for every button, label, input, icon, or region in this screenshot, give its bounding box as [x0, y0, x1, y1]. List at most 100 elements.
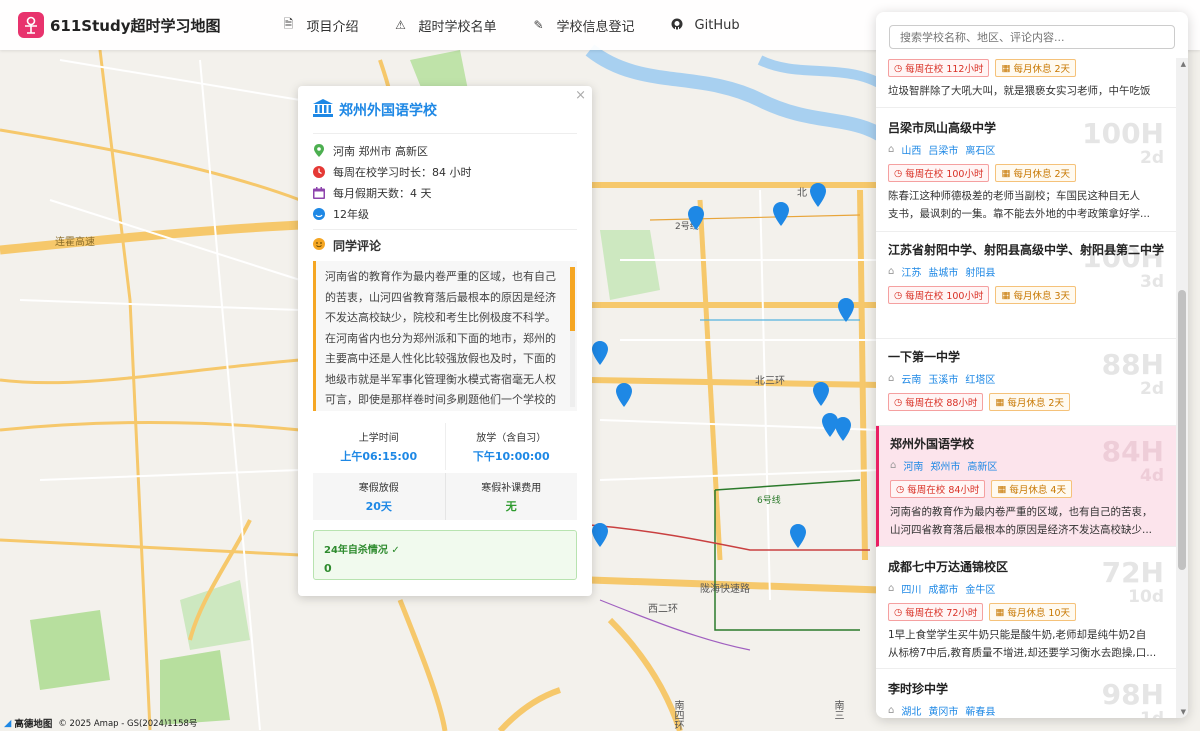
item-city[interactable]: 黄冈市 [928, 703, 958, 718]
school-map-pin[interactable] [592, 341, 608, 365]
school-detail-popup: × 郑州外国语学校 河南 郑州市 高新区 每周在校学习时长：84 小时 每月假期… [298, 86, 592, 596]
item-province[interactable]: 河南 [903, 458, 923, 473]
app-title[interactable]: 611Study超时学习地图 [50, 15, 220, 36]
monthly-rest-tag-text: 每月休息 10天 [1007, 608, 1070, 619]
comment-scrollbar-thumb[interactable] [570, 267, 575, 331]
close-icon[interactable]: × [575, 88, 586, 103]
comments-title: 同学评论 [333, 239, 382, 253]
item-district[interactable]: 离石区 [965, 142, 995, 157]
school-map-pin[interactable] [838, 298, 854, 322]
amap-brand: 高德地图 [14, 719, 53, 730]
monthly-rest-tag: ▦ 每月休息 3天 [995, 286, 1077, 304]
weekly-hours-tag: ◷ 每周在校 100小时 [888, 164, 990, 182]
nav-label: GitHub [694, 17, 740, 33]
item-city[interactable]: 成都市 [928, 581, 958, 596]
map-label-south3: 南三 [832, 700, 843, 720]
list-item[interactable]: 100H 3d 江苏省射阳中学、射阳县高级中学、射阳县第二中学 ⌂ 江苏 盐城市… [876, 232, 1176, 339]
big-days: 10d [1128, 587, 1164, 607]
start-time-value: 上午06:15:00 [340, 450, 418, 463]
school-map-pin[interactable] [592, 523, 608, 547]
big-hours: 72H [1101, 556, 1164, 589]
big-hours: 84H [1101, 435, 1164, 468]
item-city[interactable]: 玉溪市 [928, 371, 958, 386]
winter-grid: 寒假放假 20天 寒假补课费用 无 [313, 473, 577, 520]
home-icon: ⌂ [888, 144, 895, 155]
weekly-hours-tag: ◷ 每周在校 88小时 [888, 393, 984, 411]
scroll-up-icon[interactable]: ▲ [1181, 60, 1186, 68]
nav-label: 学校信息登记 [556, 19, 635, 35]
nav-label: 超时学校名单 [418, 19, 497, 35]
nav-label: 项目介绍 [306, 19, 359, 35]
item-desc-2: 从标榜7中后,教育质量不增进,却还要学习衡水去跑操,口... [888, 647, 1157, 659]
suicide-stat-value: 0 [324, 562, 332, 575]
item-province[interactable]: 山西 [901, 142, 921, 157]
item-city[interactable]: 盐城市 [928, 264, 958, 279]
calendar-icon: ▦ [995, 396, 1005, 408]
comment-box[interactable]: 河南省的教育作为最内卷严重的区域，也有自己的苦衷，山河四省教育落后最根本的原因是… [313, 261, 577, 411]
item-district[interactable]: 蕲春县 [965, 703, 995, 718]
suicide-stat-box: 24年自杀情况 ✓ 0 [313, 530, 577, 580]
monthly-rest-tag-text: 每月休息 2天 [1007, 398, 1064, 409]
search-input[interactable] [889, 25, 1175, 49]
nav-item-github[interactable]: GitHub [671, 18, 740, 33]
item-province[interactable]: 四川 [901, 581, 921, 596]
map-label-expressway: 连霍高速 [55, 237, 95, 248]
list-item[interactable]: 88H 2d 一下第一中学 ⌂ 云南 玉溪市 红塔区 ◷ 每周在校 88小时 ▦ 每… [876, 339, 1176, 426]
end-time-label: 放学（含自习） [476, 433, 547, 444]
nav-item-register[interactable]: ✎ 学校信息登记 [533, 16, 635, 35]
clock-icon: ◷ [894, 396, 903, 408]
tag-row: ◷ 每周在校 88小时 ▦ 每月休息 2天 [888, 393, 1164, 411]
big-hours: 100H [1082, 117, 1164, 150]
item-name: 江苏省射阳中学、射阳县高级中学、射阳县第二中学 [888, 243, 1165, 257]
list-item[interactable]: 98H 1d 李时珍中学 ⌂ 湖北 黄冈市 蕲春县 [876, 669, 1176, 718]
map-copyright: © 2025 Amap - GS(2024)1158号 [58, 719, 198, 729]
clock-icon: ◷ [894, 606, 903, 618]
school-list[interactable]: ◷ 每周在校 112小时 ▦ 每月休息 2天 垃圾智胖除了大吼大叫，就是猥亵女实习老… [876, 58, 1176, 718]
item-desc: 陈春江这种师德极差的老师当副校；车国民这种目无人 [888, 190, 1140, 202]
list-scrollbar-thumb[interactable] [1178, 290, 1186, 570]
list-item-active[interactable]: 84H 4d 郑州外国语学校 ⌂ 河南 郑州市 高新区 ◷ 每周在校 84小时 ▦… [876, 426, 1176, 547]
calendar-icon [313, 186, 325, 199]
school-map-pin[interactable] [835, 417, 851, 441]
app-logo-icon[interactable] [18, 12, 44, 38]
start-time-cell: 上学时间 上午06:15:00 [313, 423, 446, 470]
monthly-rest-tag-text: 每月休息 3天 [1013, 291, 1071, 302]
item-province[interactable]: 云南 [901, 371, 921, 386]
school-map-pin[interactable] [810, 183, 826, 207]
list-item[interactable]: 72H 10d 成都七中万达通锦校区 ⌂ 四川 成都市 金牛区 ◷ 每周在校 72… [876, 547, 1176, 669]
weekly-hours-tag-text: 每周在校 100小时 [905, 169, 984, 180]
item-district[interactable]: 射阳县 [965, 264, 995, 279]
github-icon [671, 18, 683, 33]
item-district[interactable]: 金牛区 [965, 581, 995, 596]
item-city[interactable]: 吕梁市 [928, 142, 958, 157]
weekly-hours-tag-text: 每周在校 88小时 [905, 398, 978, 409]
end-time-cell: 放学（含自习） 下午10:00:00 [446, 423, 578, 470]
item-city[interactable]: 郑州市 [930, 458, 960, 473]
item-desc: 河南省的教育作为最内卷严重的区域，也有自己的苦衷， [890, 506, 1153, 518]
monthly-rest-tag: ▦ 每月休息 2天 [995, 59, 1077, 77]
school-location: 河南 郑州市 高新区 [333, 144, 428, 158]
school-map-pin[interactable] [790, 524, 806, 548]
item-district[interactable]: 红塔区 [965, 371, 995, 386]
item-district[interactable]: 高新区 [967, 458, 997, 473]
item-province[interactable]: 江苏 [901, 264, 921, 279]
map-label-longhai: 陇海快速路 [700, 584, 750, 595]
nav-item-overtime-list[interactable]: ⚠ 超时学校名单 [395, 16, 497, 35]
warning-icon: ⚠ [395, 18, 406, 32]
school-map-pin[interactable] [688, 206, 704, 230]
item-province[interactable]: 湖北 [901, 703, 921, 718]
detail-header: 郑州外国语学校 [313, 86, 577, 134]
monthly-rest-tag-text: 每月休息 2天 [1013, 64, 1071, 75]
home-icon: ⌂ [890, 460, 897, 471]
tag-row: ◷ 每周在校 84小时 ▦ 每月休息 4天 [890, 480, 1164, 498]
nav-item-intro[interactable]: 🗎 项目介绍 [282, 15, 359, 36]
list-item[interactable]: ◷ 每周在校 112小时 ▦ 每月休息 2天 垃圾智胖除了大吼大叫，就是猥亵女实习老… [876, 58, 1176, 108]
school-map-pin[interactable] [813, 382, 829, 406]
scroll-down-icon[interactable]: ▼ [1181, 708, 1186, 716]
big-hours: 98H [1101, 678, 1164, 711]
list-item[interactable]: 100H 2d 吕梁市凤山高级中学 ⌂ 山西 吕梁市 离石区 ◷ 每周在校 100… [876, 108, 1176, 232]
school-map-pin[interactable] [773, 202, 789, 226]
school-map-pin[interactable] [616, 383, 632, 407]
calendar-icon: ▦ [1001, 167, 1011, 179]
item-desc-2: 支书，最讽刺的一集。靠不能去外地的中考政策拿好学... [888, 208, 1151, 220]
